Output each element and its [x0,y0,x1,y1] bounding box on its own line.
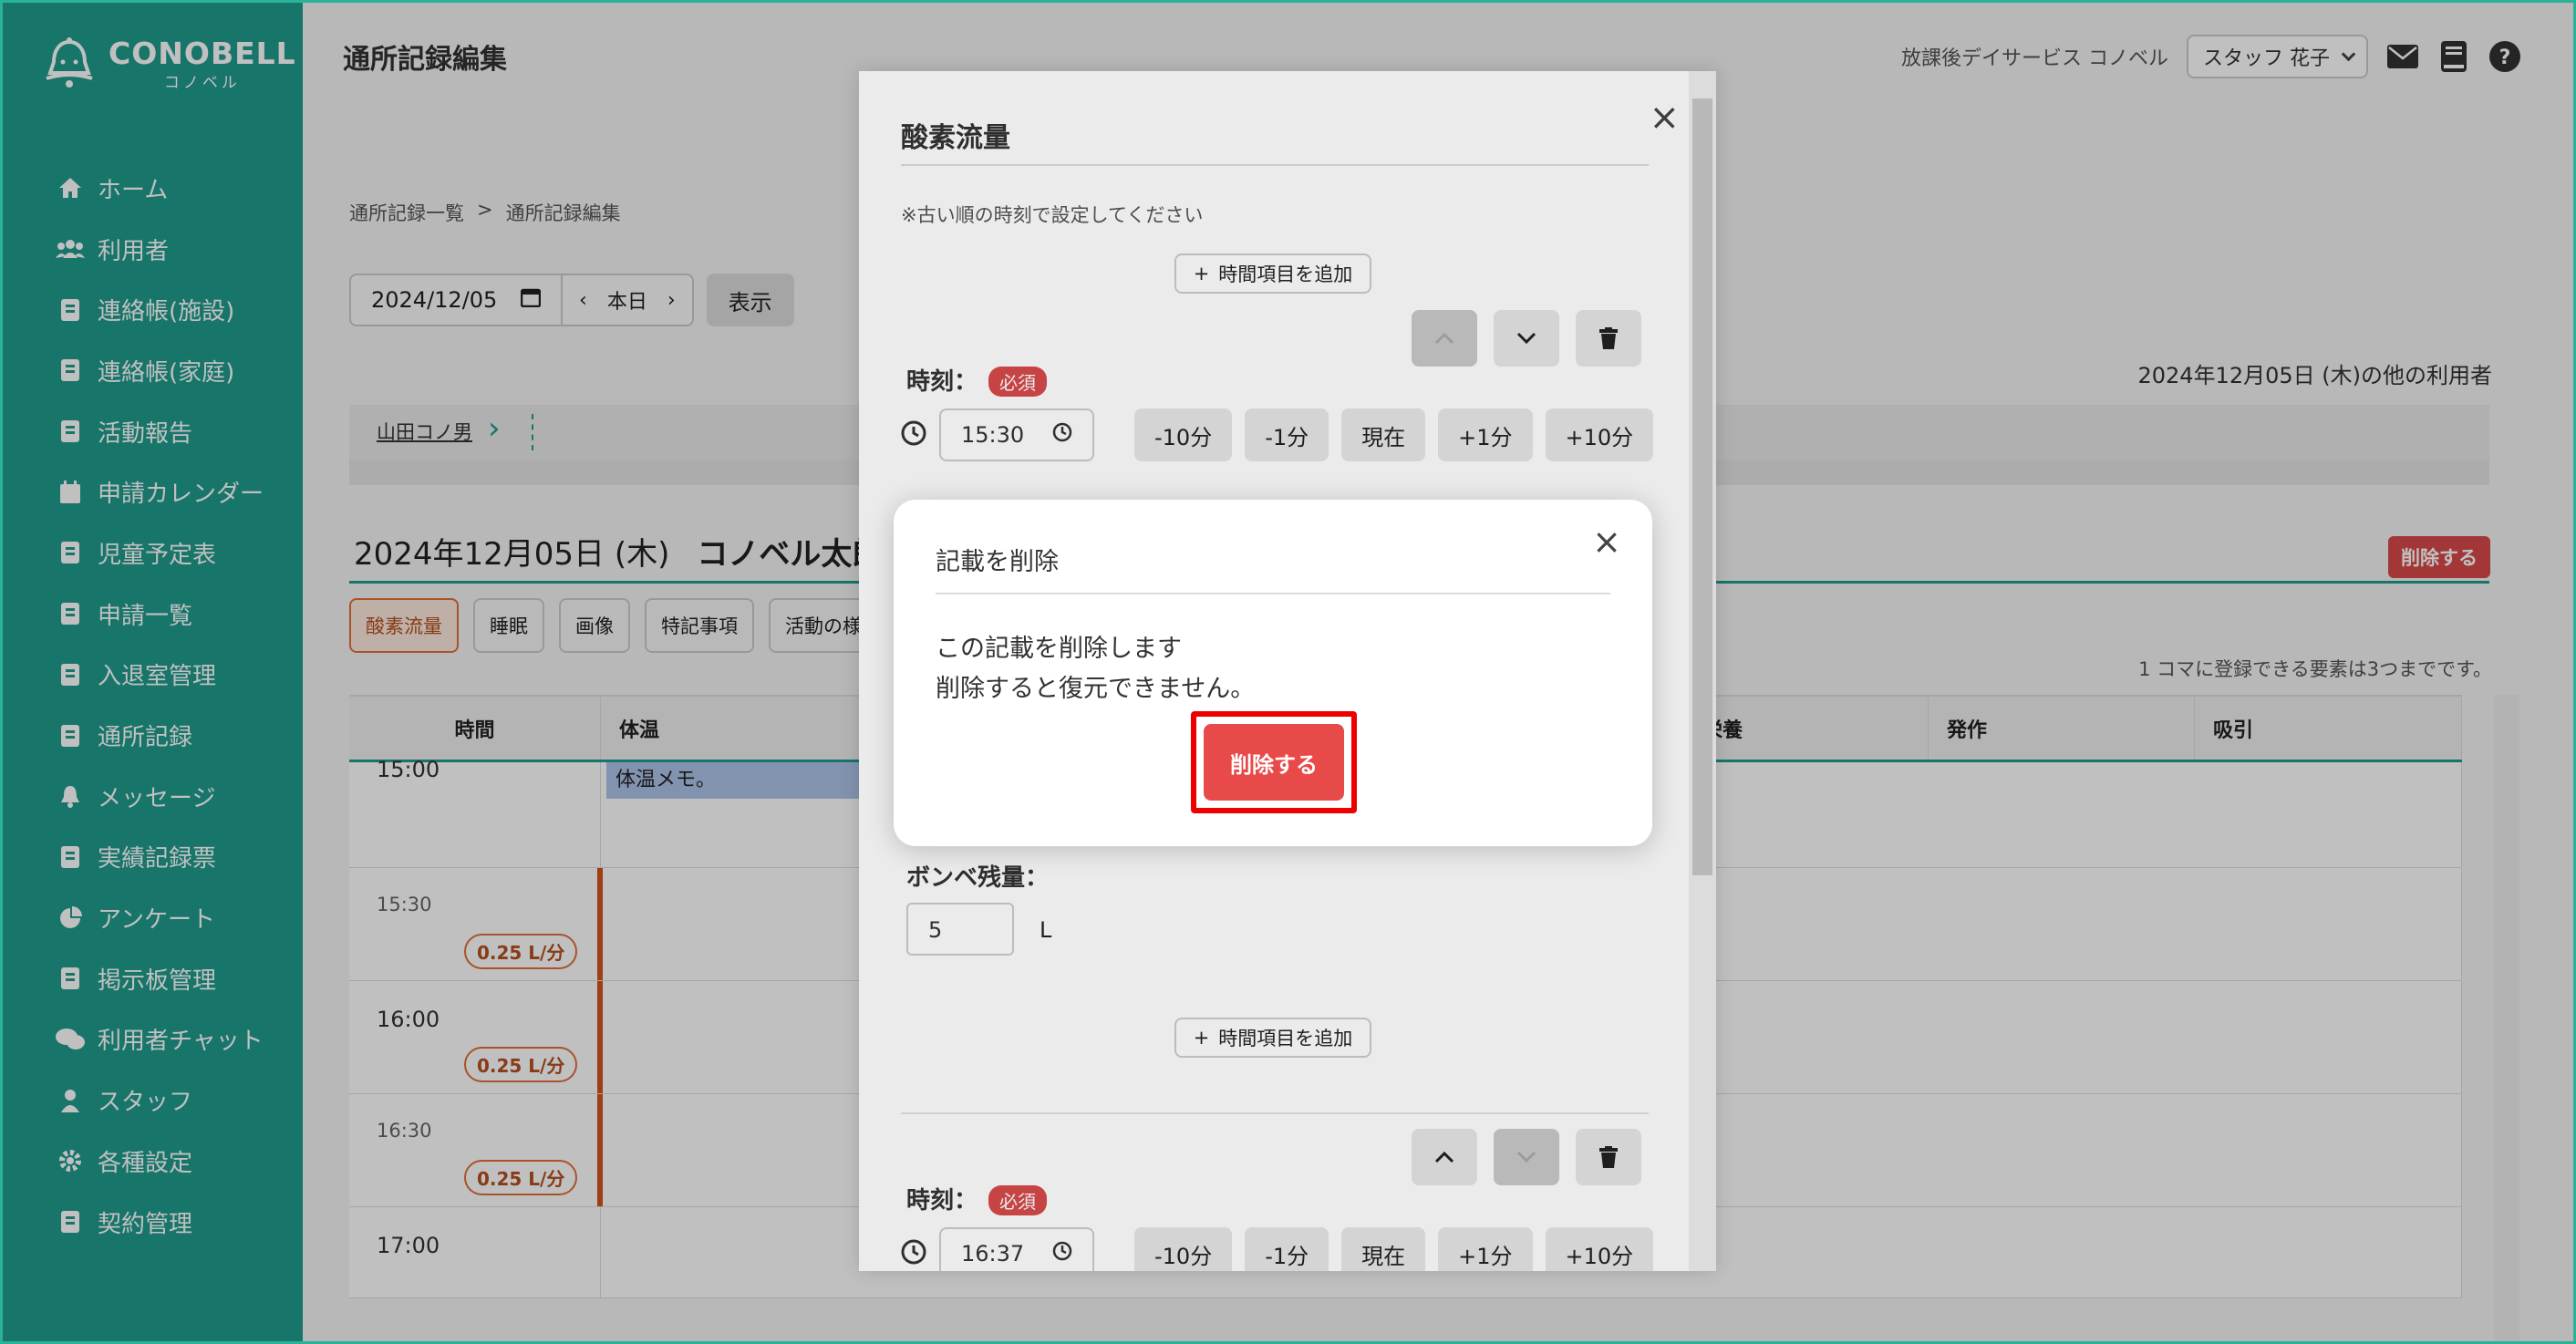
dialog-message-line2: 削除すると復元できません。 [936,675,1256,703]
dialog-divider [936,593,1610,594]
dialog-title: 記載を削除 [936,548,1059,576]
dialog-body: この記載を削除します 削除すると復元できません。 [936,629,1255,709]
close-icon[interactable]: × [1592,522,1621,562]
dialog-message-line1: この記載を削除します [936,635,1182,663]
delete-confirm-dialog: 記載を削除 × この記載を削除します 削除すると復元できません。 削除する [894,500,1652,846]
confirm-delete-button[interactable]: 削除する [1204,724,1344,801]
